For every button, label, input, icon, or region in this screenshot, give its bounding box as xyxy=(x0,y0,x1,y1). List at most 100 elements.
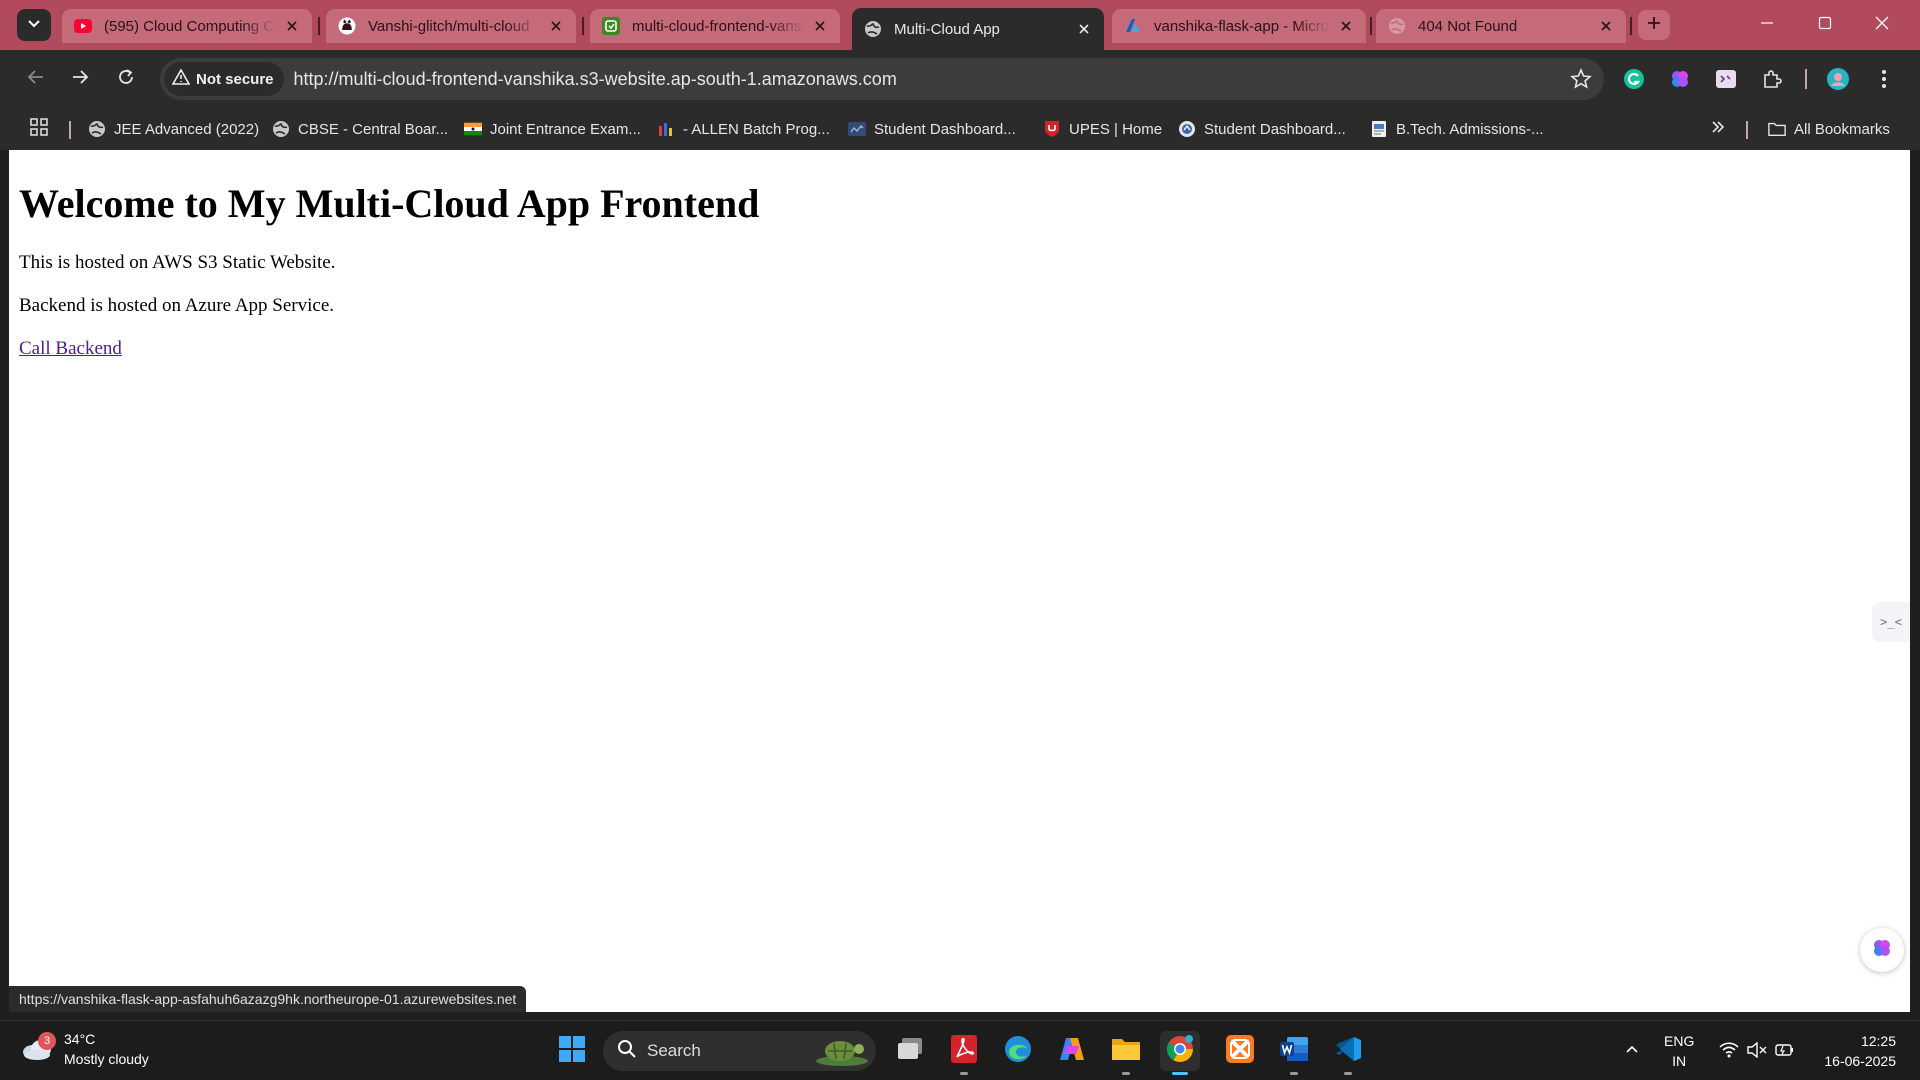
tab-separator xyxy=(582,17,584,35)
start-button[interactable] xyxy=(552,1031,592,1071)
bookmark-item[interactable]: UPES | Home xyxy=(1043,118,1162,140)
tab-search-button[interactable] xyxy=(17,9,51,41)
page-heading: Welcome to My Multi-Cloud App Frontend xyxy=(19,181,760,226)
bookmark-label: - ALLEN Batch Prog... xyxy=(683,120,830,138)
maximize-icon xyxy=(1818,16,1832,35)
web-page: Welcome to My Multi-Cloud App Frontend T… xyxy=(9,150,1910,1012)
maximize-button[interactable] xyxy=(1805,8,1845,42)
bookmark-item[interactable]: Joint Entrance Exam... xyxy=(464,118,641,140)
chrome-icon xyxy=(1165,1034,1195,1069)
bookmark-divider xyxy=(69,121,71,139)
bookmark-label: Student Dashboard... xyxy=(874,120,1016,138)
bookmark-divider xyxy=(1746,121,1748,139)
tab-separator xyxy=(318,17,320,35)
bookmark-item[interactable]: Student Dashboard... xyxy=(1178,118,1346,140)
tab-azure-portal[interactable]: vanshika-flask-app - Micro xyxy=(1112,9,1366,43)
word-app[interactable] xyxy=(1274,1031,1314,1075)
weather-widget[interactable]: 3 34°C Mostly cloudy xyxy=(20,1029,149,1069)
folder-icon xyxy=(1768,120,1786,138)
battery-icon xyxy=(1775,1042,1795,1061)
extensions-puzzle-icon[interactable] xyxy=(1760,67,1784,91)
site-info-button[interactable]: Not secure xyxy=(164,62,284,96)
ai-brain-icon xyxy=(1870,936,1894,965)
running-indicator xyxy=(1122,1072,1130,1075)
url-text[interactable]: http://multi-cloud-frontend-vanshika.s3-… xyxy=(294,69,897,90)
taskbar-search[interactable]: Search xyxy=(603,1031,876,1071)
tab-title: multi-cloud-frontend-vansh xyxy=(632,17,804,35)
close-tab-icon[interactable] xyxy=(1074,19,1094,39)
close-tab-icon[interactable] xyxy=(1336,16,1356,36)
edge-app[interactable] xyxy=(998,1031,1038,1071)
bookmark-item[interactable]: B.Tech. Admissions-... xyxy=(1370,118,1544,140)
plus-icon xyxy=(1646,15,1662,36)
language-indicator[interactable]: ENG IN xyxy=(1664,1031,1694,1071)
warning-icon xyxy=(171,68,196,89)
cloud-icon: 3 xyxy=(20,1032,56,1066)
bookmark-label: B.Tech. Admissions-... xyxy=(1396,120,1544,138)
reload-button[interactable] xyxy=(110,63,142,95)
tab-multi-cloud-app[interactable]: Multi-Cloud App xyxy=(852,8,1104,50)
show-hidden-icons-button[interactable] xyxy=(1620,1031,1644,1071)
volume-muted-icon xyxy=(1747,1041,1767,1061)
all-bookmarks-button[interactable]: All Bookmarks xyxy=(1768,118,1890,140)
bookmark-label: Student Dashboard... xyxy=(1204,120,1346,138)
chrome-app[interactable] xyxy=(1160,1031,1200,1075)
vscode-app[interactable] xyxy=(1328,1031,1368,1075)
close-tab-icon[interactable] xyxy=(1596,16,1616,36)
bookmark-item[interactable]: CBSE - Central Boar... xyxy=(272,118,448,140)
close-tab-icon[interactable] xyxy=(282,16,302,36)
window-frame-right xyxy=(1910,150,1920,1012)
bookmark-item[interactable]: - ALLEN Batch Prog... xyxy=(657,118,830,140)
bookmark-item[interactable]: Student Dashboard... xyxy=(848,118,1016,140)
forward-button[interactable] xyxy=(64,63,96,95)
new-tab-button[interactable] xyxy=(1638,10,1670,40)
chevron-down-icon xyxy=(27,16,41,35)
more-bookmarks-button[interactable] xyxy=(1711,118,1725,140)
minimize-button[interactable] xyxy=(1747,8,1787,42)
link-status-bubble: https://vanshika-flask-app-asfahuh6azazg… xyxy=(9,986,527,1012)
ai-brain-extension-icon[interactable] xyxy=(1668,67,1692,91)
github-icon xyxy=(338,17,356,35)
screen-extension-icon[interactable] xyxy=(1714,67,1738,91)
apps-grid-button[interactable] xyxy=(30,118,48,140)
emblem-icon xyxy=(1178,120,1196,138)
weather-condition: Mostly cloudy xyxy=(64,1051,149,1067)
close-icon xyxy=(1875,16,1889,35)
upes-shield-icon xyxy=(1043,120,1061,138)
bookmark-item[interactable]: JEE Advanced (2022) xyxy=(88,118,259,140)
file-explorer-app[interactable] xyxy=(1106,1031,1146,1075)
bookmark-label: Joint Entrance Exam... xyxy=(490,120,641,138)
temperature: 34°C xyxy=(64,1031,96,1047)
task-view-app[interactable] xyxy=(890,1031,930,1071)
tab-404[interactable]: 404 Not Found xyxy=(1376,9,1626,43)
tab-github[interactable]: Vanshi-glitch/multi-cloud xyxy=(326,9,576,43)
word-icon xyxy=(1279,1036,1309,1067)
close-window-button[interactable] xyxy=(1862,8,1902,42)
document-icon xyxy=(1370,120,1388,138)
clock[interactable]: 12:25 16-06-2025 xyxy=(1816,1031,1896,1071)
acrobat-app[interactable] xyxy=(944,1031,984,1075)
bookmark-label: JEE Advanced (2022) xyxy=(114,120,260,138)
copilot-icon xyxy=(1058,1036,1086,1067)
grammarly-extension-icon[interactable] xyxy=(1622,67,1646,91)
s3-bucket-icon xyxy=(602,17,620,35)
call-backend-link[interactable]: Call Backend xyxy=(19,338,122,360)
tab-s3-console[interactable]: multi-cloud-frontend-vansh xyxy=(590,9,840,43)
arrow-left-icon xyxy=(27,68,45,91)
globe-icon xyxy=(864,20,882,38)
profile-avatar[interactable] xyxy=(1826,67,1850,91)
ai-assistant-button[interactable] xyxy=(1860,928,1904,972)
browser-menu-icon[interactable] xyxy=(1872,67,1896,91)
xampp-app[interactable] xyxy=(1220,1031,1260,1071)
side-panel-toggle[interactable]: >_< xyxy=(1872,602,1910,642)
back-button[interactable] xyxy=(20,63,52,95)
edge-icon xyxy=(1004,1035,1032,1068)
close-tab-icon[interactable] xyxy=(810,16,830,36)
close-tab-icon[interactable] xyxy=(546,16,566,36)
bookmark-star-icon[interactable] xyxy=(1570,67,1592,95)
tab-youtube[interactable]: (595) Cloud Computing Co xyxy=(62,9,312,43)
copilot-app[interactable] xyxy=(1052,1031,1092,1071)
quick-settings-button[interactable] xyxy=(1713,1031,1801,1071)
tab-separator xyxy=(1630,17,1632,35)
address-bar[interactable]: Not secure http://multi-cloud-frontend-v… xyxy=(160,58,1604,100)
